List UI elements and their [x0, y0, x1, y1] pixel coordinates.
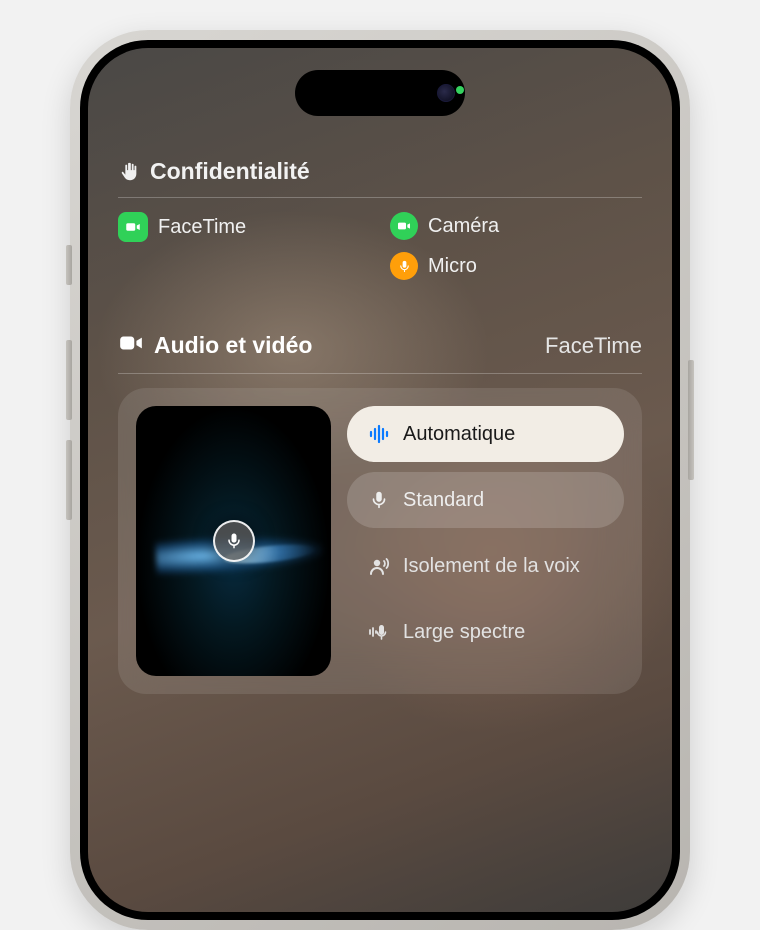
option-label: Standard: [403, 489, 484, 512]
video-camera-icon: [118, 330, 144, 361]
privacy-app-label: FaceTime: [158, 216, 246, 239]
option-label: Isolement de la voix: [403, 555, 580, 578]
phone-frame: Confidentialité: [70, 30, 690, 930]
divider: [118, 197, 642, 198]
hand-icon: [118, 161, 140, 183]
privacy-section: Confidentialité: [118, 158, 642, 280]
camera-label: Caméra: [428, 215, 499, 238]
micro-label: Micro: [428, 255, 477, 278]
av-panel: Automatique Standard: [118, 388, 642, 694]
camera-activity-indicator: [456, 86, 464, 94]
camera-indicator-icon: [390, 212, 418, 240]
av-app-label: FaceTime: [545, 333, 642, 359]
privacy-title: Confidentialité: [150, 158, 310, 185]
facetime-app-icon: [118, 212, 148, 242]
mic-mode-auto[interactable]: Automatique: [347, 406, 624, 462]
screen: Confidentialité: [88, 48, 672, 912]
option-label: Large spectre: [403, 621, 525, 644]
power-button[interactable]: [688, 360, 694, 480]
volume-up-button[interactable]: [66, 340, 72, 420]
divider: [118, 373, 642, 374]
mic-mode-options: Automatique Standard: [347, 406, 624, 676]
mic-badge: [213, 520, 255, 562]
video-preview[interactable]: [136, 406, 331, 676]
silent-switch[interactable]: [66, 245, 72, 285]
mic-indicator-icon: [390, 252, 418, 280]
mic-mode-standard[interactable]: Standard: [347, 472, 624, 528]
av-header: Audio et vidéo FaceTime: [118, 330, 642, 361]
phone-bezel: Confidentialité: [80, 40, 680, 920]
mic-icon: [367, 488, 391, 512]
volume-down-button[interactable]: [66, 440, 72, 520]
mic-mode-isolation[interactable]: Isolement de la voix: [347, 538, 624, 594]
privacy-camera-item[interactable]: Caméra: [390, 212, 642, 240]
option-label: Automatique: [403, 423, 515, 446]
privacy-micro-item[interactable]: Micro: [390, 252, 642, 280]
audio-video-section: Audio et vidéo FaceTime: [118, 330, 642, 694]
control-center-content: Confidentialité: [118, 158, 642, 694]
av-title: Audio et vidéo: [154, 332, 312, 359]
privacy-header: Confidentialité: [118, 158, 642, 185]
mic-mode-wide-spectrum[interactable]: Large spectre: [347, 604, 624, 660]
front-camera: [437, 84, 455, 102]
waveform-icon: [367, 422, 391, 446]
voice-isolation-icon: [367, 554, 391, 578]
privacy-app-item[interactable]: FaceTime: [118, 212, 370, 242]
dynamic-island[interactable]: [295, 70, 465, 116]
wide-spectrum-icon: [367, 620, 391, 644]
privacy-grid: FaceTime Camér: [118, 212, 642, 280]
